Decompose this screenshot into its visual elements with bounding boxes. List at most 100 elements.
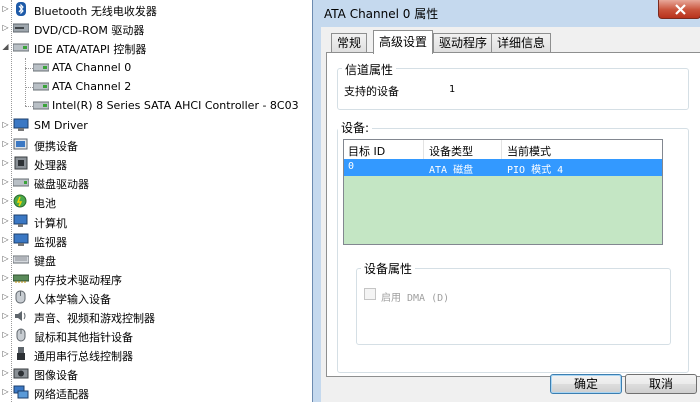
ide-controller-icon (12, 40, 30, 54)
tree-item-label: SM Driver (34, 119, 88, 132)
tree-item-label: Intel(R) 8 Series SATA AHCI Controller -… (52, 99, 299, 112)
expand-arrow-icon[interactable]: ▷ (1, 235, 10, 245)
tree-item-network[interactable]: ▷ 网络适配器 (0, 383, 316, 402)
tree-item-label: 图像设备 (34, 369, 78, 382)
supported-devices-label: 支持的设备 (344, 85, 399, 98)
expand-arrow-icon[interactable]: ▷ (1, 158, 10, 168)
column-target-id[interactable]: 目标 ID (348, 143, 385, 159)
tree-item-portable-devices[interactable]: ▷ 便携设备 (0, 135, 316, 154)
tree-item-label: 计算机 (34, 217, 67, 230)
tree-item-monitors[interactable]: ▷ 监视器 (0, 231, 316, 250)
sm-driver-icon (13, 118, 29, 132)
tree-item-label: ATA Channel 2 (52, 80, 132, 93)
expand-arrow-icon[interactable]: ▷ (1, 4, 10, 14)
tree-item-memory-tech[interactable]: ▷ 内存技术驱动程序 (0, 269, 316, 288)
tree-item-disk-drives[interactable]: ▷ 磁盘驱动器 (0, 173, 316, 192)
expand-arrow-icon[interactable]: ▷ (1, 311, 10, 321)
imaging-device-icon (13, 366, 29, 380)
tree-item-label: ATA Channel 0 (52, 61, 132, 74)
tree-item-label: 监视器 (34, 236, 67, 249)
dialog-title: ATA Channel 0 属性 (324, 7, 439, 21)
enable-dma-checkbox[interactable] (364, 288, 376, 300)
tree-item-bluetooth[interactable]: ▷ Bluetooth 无线电收发器 (0, 0, 316, 19)
cancel-button[interactable]: 取消 (625, 374, 697, 394)
device-properties-group (356, 268, 671, 345)
tree-item-label: 声音、视频和游戏控制器 (34, 312, 155, 325)
device-list[interactable]: 目标 ID 设备类型 当前模式 0 ATA 磁盘 PIO 模式 4 (343, 139, 663, 245)
expand-arrow-icon[interactable]: ▷ (1, 254, 10, 264)
expand-arrow-icon[interactable]: ▷ (1, 387, 10, 397)
expand-arrow-icon[interactable]: ▷ (1, 368, 10, 378)
column-divider[interactable] (423, 140, 424, 159)
column-divider[interactable] (501, 140, 502, 159)
tree-item-computer[interactable]: ▷ 计算机 (0, 212, 316, 231)
expand-arrow-icon[interactable]: ▷ (1, 120, 10, 130)
tree-item-label: 键盘 (34, 255, 56, 268)
tree-item-ata-channel-2[interactable]: ATA Channel 2 (0, 77, 316, 96)
cell-current-mode: PIO 模式 4 (507, 165, 564, 176)
tree-item-label: 磁盘驱动器 (34, 178, 89, 191)
usb-icon (13, 347, 29, 361)
sata-controller-icon (32, 98, 50, 112)
tree-item-label: DVD/CD-ROM 驱动器 (34, 24, 145, 37)
tree-item-label: Bluetooth 无线电收发器 (34, 5, 157, 18)
tree-item-label: 鼠标和其他指针设备 (34, 331, 133, 344)
device-tree: ▷ Bluetooth 无线电收发器 ▷ DVD/CD-ROM 驱动器 ◢ ID… (0, 0, 316, 402)
tree-item-processors[interactable]: ▷ 处理器 (0, 154, 316, 173)
bluetooth-icon (13, 2, 29, 16)
sound-icon (13, 309, 29, 323)
tree-item-hid[interactable]: ▷ 人体学输入设备 (0, 288, 316, 307)
tab-general[interactable]: 常规 (331, 33, 368, 53)
tree-item-imaging[interactable]: ▷ 图像设备 (0, 364, 316, 383)
tree-item-dvd[interactable]: ▷ DVD/CD-ROM 驱动器 (0, 19, 316, 38)
tree-item-label: 通用串行总线控制器 (34, 350, 133, 363)
tree-item-ide[interactable]: ◢ IDE ATA/ATAPI 控制器 (0, 38, 316, 57)
column-device-type[interactable]: 设备类型 (429, 143, 473, 159)
tree-item-sound[interactable]: ▷ 声音、视频和游戏控制器 (0, 307, 316, 326)
expand-arrow-icon[interactable]: ▷ (1, 177, 10, 187)
expand-arrow-icon[interactable]: ▷ (1, 196, 10, 206)
tab-advanced[interactable]: 高级设置 (373, 30, 434, 54)
tree-item-sata-controller[interactable]: Intel(R) 8 Series SATA AHCI Controller -… (0, 96, 316, 115)
mouse-icon (13, 328, 29, 342)
ata-channel-icon (32, 79, 50, 93)
properties-dialog: ATA Channel 0 属性 常规 高级设置 驱动程序 详细信息 信道属性 … (312, 0, 700, 402)
tree-item-sm-driver[interactable]: ▷ SM Driver (0, 116, 316, 135)
expand-arrow-icon[interactable]: ▷ (1, 23, 10, 33)
tree-item-usb[interactable]: ▷ 通用串行总线控制器 (0, 345, 316, 364)
close-icon (675, 4, 686, 15)
network-adapter-icon (13, 385, 29, 399)
supported-devices-value: 1 (449, 84, 456, 95)
column-current-mode[interactable]: 当前模式 (507, 143, 551, 159)
tree-item-label: 电池 (34, 197, 56, 210)
cell-device-type: ATA 磁盘 (429, 165, 474, 176)
enable-dma-label: 启用 DMA (D) (381, 293, 450, 304)
expand-arrow-icon[interactable]: ▷ (1, 292, 10, 302)
expand-arrow-icon[interactable]: ▷ (1, 139, 10, 149)
tab-driver[interactable]: 驱动程序 (433, 33, 494, 53)
tab-details[interactable]: 详细信息 (491, 33, 552, 53)
channel-properties-label: 信道属性 (342, 61, 397, 78)
tree-item-batteries[interactable]: ▷ 电池 (0, 192, 316, 211)
collapse-arrow-icon[interactable]: ◢ (1, 42, 10, 52)
device-list-row-selected[interactable]: 0 ATA 磁盘 PIO 模式 4 (344, 159, 662, 176)
title-bar[interactable]: ATA Channel 0 属性 (313, 0, 700, 26)
tree-item-ata-channel-0[interactable]: ATA Channel 0 (0, 58, 316, 77)
expand-arrow-icon[interactable]: ▷ (1, 330, 10, 340)
expand-arrow-icon[interactable]: ▷ (1, 349, 10, 359)
close-button[interactable] (658, 0, 700, 19)
tree-item-label: 内存技术驱动程序 (34, 274, 122, 287)
cell-target-id: 0 (348, 161, 355, 172)
tab-panel-advanced: 信道属性 支持的设备 1 设备: 目标 ID 设备类型 当前模式 0 ATA 磁… (326, 52, 700, 377)
hid-icon (13, 290, 29, 304)
tree-item-label: IDE ATA/ATAPI 控制器 (34, 43, 147, 56)
expand-arrow-icon[interactable]: ▷ (1, 273, 10, 283)
dialog-client: 常规 高级设置 驱动程序 详细信息 信道属性 支持的设备 1 设备: 目标 ID… (321, 27, 700, 402)
tree-item-label: 人体学输入设备 (34, 293, 111, 306)
memory-tech-icon (12, 271, 30, 285)
expand-arrow-icon[interactable]: ▷ (1, 216, 10, 226)
tree-item-mice[interactable]: ▷ 鼠标和其他指针设备 (0, 326, 316, 345)
devices-label: 设备: (338, 119, 373, 136)
ok-button[interactable]: 确定 (550, 374, 622, 394)
tree-item-keyboards[interactable]: ▷ 键盘 (0, 250, 316, 269)
